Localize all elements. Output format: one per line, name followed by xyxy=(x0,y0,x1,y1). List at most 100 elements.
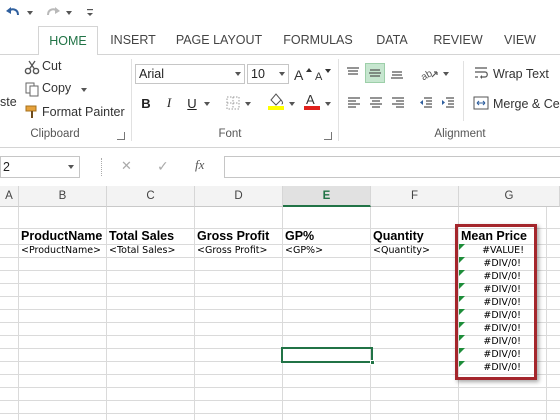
font-group-label: Font xyxy=(218,128,242,140)
copy-dropdown-icon[interactable] xyxy=(81,88,87,92)
quick-access-toolbar xyxy=(0,0,560,26)
undo-dropdown-icon[interactable] xyxy=(27,11,33,15)
cut-button[interactable]: Cut xyxy=(42,59,61,73)
paste-button-label[interactable]: ste xyxy=(0,95,17,109)
name-box-dropdown-icon[interactable] xyxy=(68,165,74,169)
copy-button[interactable]: Copy xyxy=(42,81,71,95)
merge-center-icon[interactable] xyxy=(471,93,491,113)
wrap-text-icon[interactable] xyxy=(471,63,491,83)
column-header-f[interactable]: F xyxy=(371,186,459,207)
font-color-dropdown-icon[interactable] xyxy=(325,102,331,106)
tab-home[interactable]: HOME xyxy=(38,26,98,55)
fill-color-dropdown-icon[interactable] xyxy=(289,102,295,106)
mean-price-highlight-box xyxy=(455,224,537,380)
tab-view[interactable]: VIEW xyxy=(500,26,540,54)
header-quantity[interactable]: Quantity xyxy=(373,229,424,243)
row-line xyxy=(0,400,560,401)
orientation-icon[interactable]: ab xyxy=(420,63,440,83)
fill-handle[interactable] xyxy=(370,360,375,365)
header-gp-percent[interactable]: GP% xyxy=(285,229,314,243)
font-name-dropdown-icon[interactable] xyxy=(235,72,241,76)
row-line xyxy=(0,413,560,414)
increase-indent-icon[interactable] xyxy=(438,93,458,113)
column-header-g[interactable]: G xyxy=(459,186,560,207)
orientation-dropdown-icon[interactable] xyxy=(443,72,449,76)
name-box[interactable]: 2 xyxy=(0,156,80,178)
format-painter-icon[interactable] xyxy=(22,102,42,122)
redo-dropdown-icon[interactable] xyxy=(66,11,72,15)
header-gross-profit[interactable]: Gross Profit xyxy=(197,229,269,243)
font-size-combo[interactable]: 10 xyxy=(247,64,289,84)
clipboard-dialog-launcher-icon[interactable] xyxy=(117,132,125,140)
alignment-group-label: Alignment xyxy=(434,128,486,140)
underline-button[interactable]: U xyxy=(182,93,202,113)
font-name-value: Arial xyxy=(139,67,165,81)
cut-icon[interactable] xyxy=(22,57,42,77)
formula-bar: 2 ✕ ✓ fx xyxy=(0,148,560,186)
grid-line xyxy=(194,207,195,420)
column-header-a[interactable]: A xyxy=(0,186,19,207)
placeholder-quantity[interactable]: <Quantity> xyxy=(373,245,430,256)
cancel-icon[interactable]: ✕ xyxy=(121,158,132,174)
tab-review[interactable]: REVIEW xyxy=(428,26,488,54)
grid-line xyxy=(282,207,283,420)
borders-dropdown-icon[interactable] xyxy=(245,102,251,106)
group-divider xyxy=(338,59,339,141)
decrease-font-size-icon[interactable]: A xyxy=(313,64,333,84)
merge-center-button[interactable]: Merge & Cen xyxy=(493,97,560,111)
formula-bar-splitter[interactable] xyxy=(101,158,103,176)
header-productname[interactable]: ProductName xyxy=(21,229,102,243)
align-left-icon[interactable] xyxy=(344,93,364,113)
column-header-c[interactable]: C xyxy=(107,186,195,207)
tab-formulas[interactable]: FORMULAS xyxy=(280,26,356,54)
svg-text:ab: ab xyxy=(421,68,435,81)
align-center-icon[interactable] xyxy=(366,93,386,113)
group-divider xyxy=(131,59,132,141)
placeholder-total-sales[interactable]: <Total Sales> xyxy=(109,245,175,256)
column-header-d[interactable]: D xyxy=(195,186,283,207)
fill-color-icon[interactable] xyxy=(266,91,286,111)
borders-icon[interactable] xyxy=(223,93,243,113)
name-box-value: 2 xyxy=(3,160,10,174)
enter-icon[interactable]: ✓ xyxy=(157,158,169,175)
underline-dropdown-icon[interactable] xyxy=(204,102,210,106)
increase-font-size-icon[interactable]: A xyxy=(293,64,313,84)
svg-text:A: A xyxy=(315,71,323,82)
column-header-b[interactable]: B xyxy=(19,186,107,207)
svg-text:A: A xyxy=(294,67,304,82)
column-header-e[interactable]: E xyxy=(283,186,371,207)
font-size-value: 10 xyxy=(251,67,265,81)
placeholder-gross-profit[interactable]: <Gross Profit> xyxy=(197,245,268,256)
top-align-icon[interactable] xyxy=(343,63,363,83)
group-divider xyxy=(463,61,464,121)
format-painter-button[interactable]: Format Painter xyxy=(42,105,125,119)
align-right-icon[interactable] xyxy=(388,93,408,113)
grid-line xyxy=(546,207,547,420)
svg-text:A: A xyxy=(306,92,315,107)
header-total-sales[interactable]: Total Sales xyxy=(109,229,174,243)
undo-icon[interactable] xyxy=(4,4,22,22)
ribbon: ste Cut Copy Format Painter Clipboard Ar… xyxy=(0,54,560,148)
bold-button[interactable]: B xyxy=(136,93,156,113)
font-name-combo[interactable]: Arial xyxy=(135,64,245,84)
italic-button[interactable]: I xyxy=(159,93,179,113)
placeholder-productname[interactable]: <ProductName> xyxy=(21,245,101,256)
wrap-text-button[interactable]: Wrap Text xyxy=(493,67,549,81)
tab-data[interactable]: DATA xyxy=(370,26,414,54)
insert-function-icon[interactable]: fx xyxy=(195,157,204,173)
font-size-dropdown-icon[interactable] xyxy=(279,72,285,76)
customize-qat-icon[interactable] xyxy=(84,4,96,22)
bottom-align-icon[interactable] xyxy=(387,63,407,83)
decrease-indent-icon[interactable] xyxy=(416,93,436,113)
middle-align-icon[interactable] xyxy=(365,63,385,83)
tab-page-layout[interactable]: PAGE LAYOUT xyxy=(172,26,266,54)
active-cell-selection[interactable] xyxy=(281,347,375,365)
redo-icon[interactable] xyxy=(44,4,62,22)
tab-insert[interactable]: INSERT xyxy=(106,26,160,54)
clipboard-group-label: Clipboard xyxy=(30,128,80,140)
font-dialog-launcher-icon[interactable] xyxy=(324,132,332,140)
font-color-icon[interactable]: A xyxy=(302,91,322,111)
placeholder-gp-percent[interactable]: <GP%> xyxy=(285,245,323,256)
copy-icon[interactable] xyxy=(22,79,42,99)
formula-input[interactable] xyxy=(224,156,560,178)
